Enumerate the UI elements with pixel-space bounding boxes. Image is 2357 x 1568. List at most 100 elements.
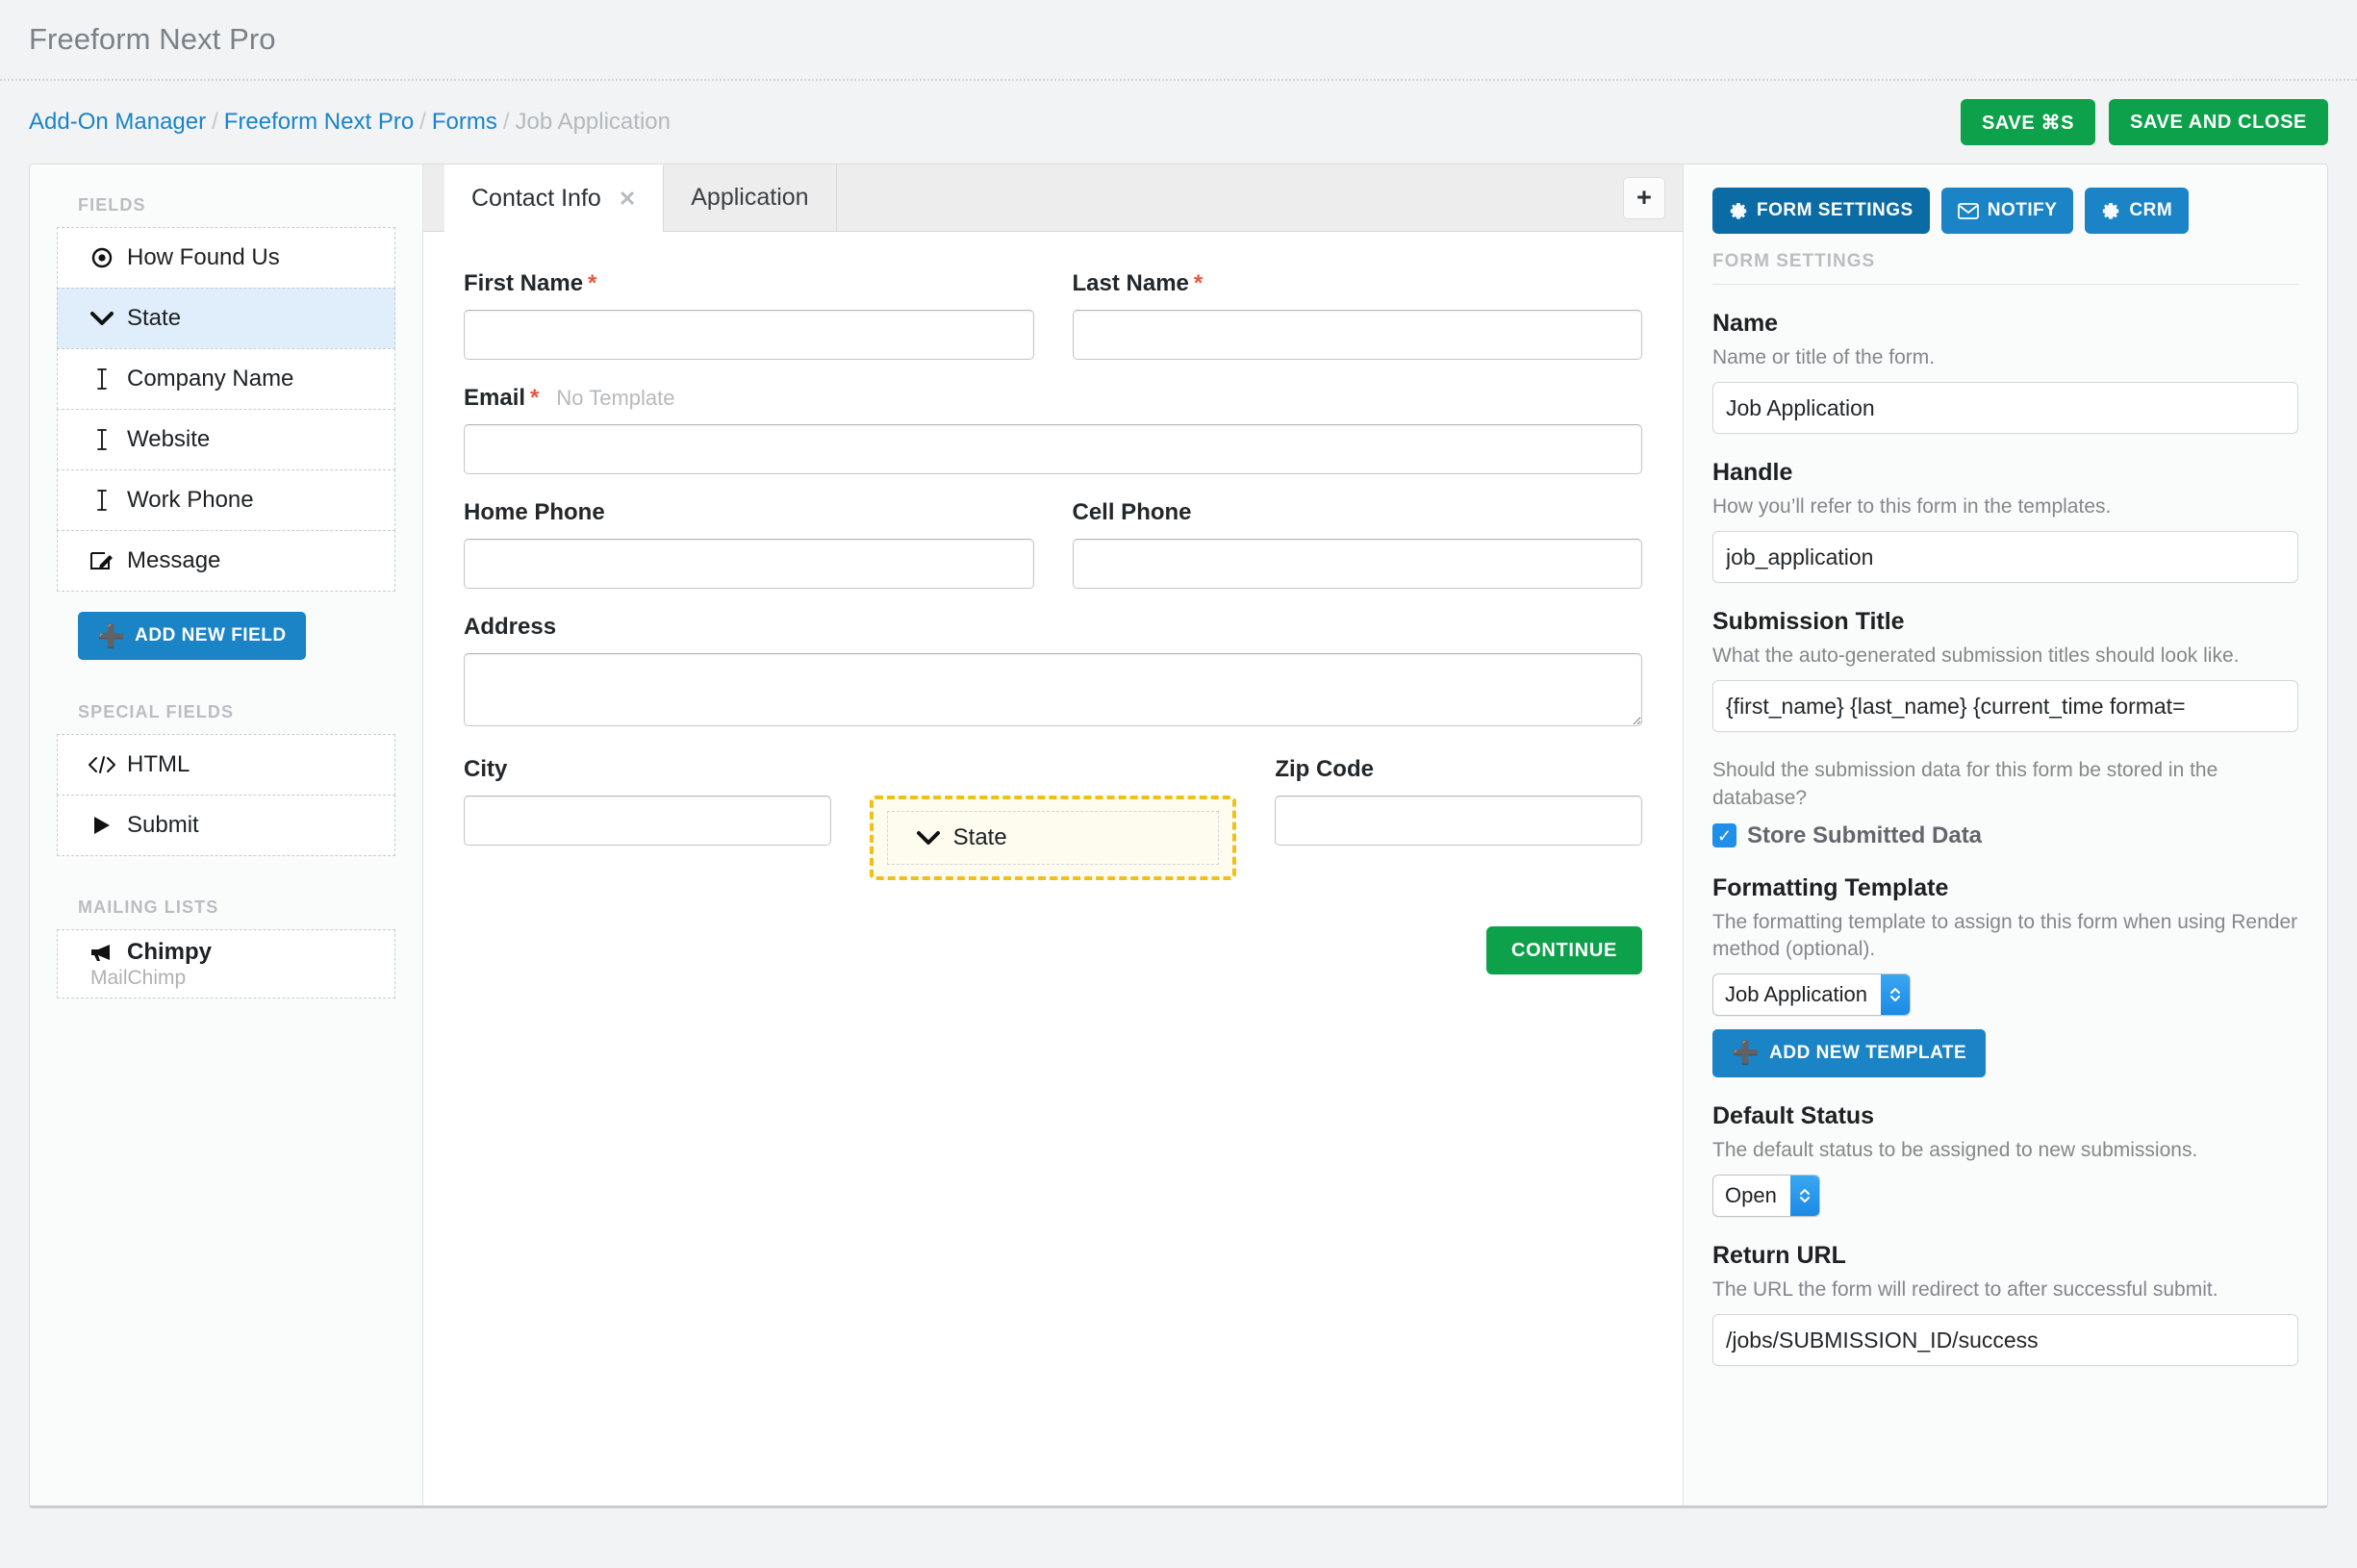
sidebar-special-html[interactable]: HTML bbox=[57, 734, 395, 796]
play-icon bbox=[83, 815, 121, 836]
breadcrumb-link-freeform-next-pro[interactable]: Freeform Next Pro bbox=[224, 109, 414, 135]
textarea-pencil-icon bbox=[83, 550, 121, 571]
return-url-input[interactable] bbox=[1712, 1314, 2298, 1367]
form-field-email[interactable]: Email * No Template bbox=[464, 385, 1642, 474]
builder-layout: FIELDS How Found Us State Company Name W… bbox=[29, 164, 2328, 1508]
email-input[interactable] bbox=[464, 424, 1642, 474]
text-cursor-icon bbox=[83, 367, 121, 391]
save-button[interactable]: SAVE ⌘S bbox=[1960, 99, 2096, 145]
field-note: No Template bbox=[556, 386, 675, 410]
tab-label: Contact Info bbox=[471, 185, 601, 212]
field-label: Home Phone bbox=[464, 499, 1034, 526]
required-asterisk: * bbox=[530, 385, 540, 411]
home-phone-input[interactable] bbox=[464, 539, 1034, 589]
checkbox-checked-icon[interactable]: ✓ bbox=[1712, 823, 1736, 848]
app-header: Freeform Next Pro bbox=[0, 0, 2357, 81]
setting-submission-title: Submission Title What the auto-generated… bbox=[1712, 608, 2298, 733]
form-row: First Name * Last Name * bbox=[464, 270, 1642, 360]
city-input[interactable] bbox=[464, 796, 831, 846]
form-field-address[interactable]: Address bbox=[464, 614, 1642, 731]
formatting-template-select[interactable]: Job Application bbox=[1712, 973, 1911, 1016]
dragged-field-label: State bbox=[952, 824, 1007, 850]
drag-drop-target[interactable]: State bbox=[869, 796, 1237, 880]
sidebar-field-work-phone[interactable]: Work Phone bbox=[57, 469, 395, 531]
field-label: Zip Code bbox=[1275, 756, 1642, 783]
special-fields-heading: SPECIAL FIELDS bbox=[78, 702, 235, 721]
form-field-state-drop-zone[interactable]: State bbox=[869, 756, 1237, 880]
form-field-home-phone[interactable]: Home Phone bbox=[464, 499, 1034, 589]
breadcrumb-current: Job Application bbox=[515, 109, 671, 135]
tab-contact-info[interactable]: Contact Info ✕ bbox=[444, 164, 665, 232]
setting-description: What the auto-generated submission title… bbox=[1712, 645, 2240, 668]
zip-code-input[interactable] bbox=[1275, 796, 1642, 846]
add-tab-button[interactable]: + bbox=[1623, 176, 1665, 219]
setting-description: The default status to be assigned to new… bbox=[1712, 1138, 2198, 1161]
first-name-input[interactable] bbox=[464, 310, 1034, 360]
tab-label: NOTIFY bbox=[1987, 200, 2058, 220]
field-label: First Name * bbox=[464, 270, 1034, 297]
form-handle-input[interactable] bbox=[1712, 531, 2298, 584]
setting-return-url: Return URL The URL the form will redirec… bbox=[1712, 1242, 2298, 1367]
store-data-checkbox-row[interactable]: ✓ Store Submitted Data bbox=[1712, 822, 2298, 849]
sidebar-field-label: Message bbox=[127, 547, 221, 573]
submission-title-input[interactable] bbox=[1712, 680, 2298, 733]
sidebar-field-website[interactable]: Website bbox=[57, 409, 395, 470]
plus-icon: ➕ bbox=[1732, 1040, 1761, 1066]
default-status-select[interactable]: Open bbox=[1712, 1175, 1820, 1217]
breadcrumb-link-addon-manager[interactable]: Add-On Manager bbox=[29, 109, 206, 135]
tab-application[interactable]: Application bbox=[664, 164, 837, 231]
breadcrumb-link-forms[interactable]: Forms bbox=[432, 109, 497, 135]
sidebar-field-label: Company Name bbox=[127, 366, 294, 392]
setting-description: The URL the form will redirect to after … bbox=[1712, 1278, 2218, 1301]
add-new-template-button[interactable]: ➕ ADD NEW TEMPLATE bbox=[1712, 1028, 1987, 1077]
setting-formatting-template: Formatting Template The formatting templ… bbox=[1712, 874, 2298, 1077]
add-new-field-label: ADD NEW FIELD bbox=[135, 625, 287, 645]
field-label-text: Home Phone bbox=[464, 499, 605, 525]
required-asterisk: * bbox=[1193, 270, 1204, 296]
setting-label: Submission Title bbox=[1712, 608, 1905, 636]
form-field-last-name[interactable]: Last Name * bbox=[1072, 270, 1642, 360]
text-cursor-icon bbox=[83, 428, 121, 451]
setting-description: The formatting template to assign to thi… bbox=[1712, 910, 2298, 960]
tab-crm[interactable]: CRM bbox=[2085, 188, 2190, 234]
address-textarea[interactable] bbox=[464, 653, 1642, 726]
sidebar-field-label: Website bbox=[127, 426, 211, 452]
setting-label: Handle bbox=[1712, 459, 1793, 487]
tab-form-settings[interactable]: FORM SETTINGS bbox=[1712, 188, 1930, 234]
tab-notify[interactable]: NOTIFY bbox=[1940, 188, 2074, 234]
form-name-input[interactable] bbox=[1712, 382, 2298, 435]
last-name-input[interactable] bbox=[1072, 310, 1642, 360]
add-new-field-button[interactable]: ➕ ADD NEW FIELD bbox=[78, 612, 306, 660]
cell-phone-input[interactable] bbox=[1072, 539, 1642, 589]
megaphone-icon bbox=[83, 943, 121, 962]
add-new-template-label: ADD NEW TEMPLATE bbox=[1769, 1042, 1967, 1063]
form-actions: CONTINUE bbox=[464, 905, 1642, 974]
setting-label: Name bbox=[1712, 310, 1779, 337]
text-cursor-icon bbox=[83, 489, 121, 512]
gear-icon bbox=[1729, 201, 1748, 220]
sidebar-field-state[interactable]: State bbox=[57, 288, 395, 349]
save-and-close-button[interactable]: SAVE AND CLOSE bbox=[2109, 99, 2328, 145]
setting-store-submitted-data: Should the submission data for this form… bbox=[1712, 757, 2298, 848]
breadcrumb-separator: / bbox=[502, 109, 510, 135]
tab-label: CRM bbox=[2129, 200, 2173, 220]
sidebar-field-message[interactable]: Message bbox=[57, 530, 395, 592]
dragged-field-state[interactable]: State bbox=[886, 811, 1220, 865]
sidebar-special-label: HTML bbox=[127, 751, 190, 777]
close-icon[interactable]: ✕ bbox=[619, 187, 636, 212]
form-field-cell-phone[interactable]: Cell Phone bbox=[1072, 499, 1642, 589]
setting-handle: Handle How you’ll refer to this form in … bbox=[1712, 459, 2298, 584]
breadcrumb-separator: / bbox=[212, 109, 218, 135]
sidebar-field-company-name[interactable]: Company Name bbox=[57, 348, 395, 410]
field-label-text: Address bbox=[464, 614, 557, 640]
sidebar-field-how-found-us[interactable]: How Found Us bbox=[57, 227, 395, 289]
settings-panel-title: FORM SETTINGS bbox=[1712, 251, 1876, 271]
form-field-city[interactable]: City bbox=[464, 756, 831, 880]
sidebar-special-submit[interactable]: Submit bbox=[57, 795, 395, 856]
continue-button[interactable]: CONTINUE bbox=[1485, 926, 1642, 974]
divider bbox=[1712, 284, 2298, 285]
form-field-zip-code[interactable]: Zip Code bbox=[1275, 756, 1642, 880]
field-label-text: Zip Code bbox=[1275, 756, 1374, 782]
sidebar-mailing-chimpy[interactable]: Chimpy MailChimp bbox=[57, 929, 395, 999]
form-field-first-name[interactable]: First Name * bbox=[464, 270, 1034, 360]
